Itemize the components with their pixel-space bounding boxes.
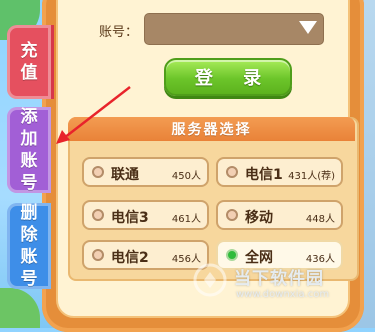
watermark-title: 当下软件园 xyxy=(234,269,324,289)
watermark-url: www.downxia.com xyxy=(236,289,330,300)
watermark-logo-icon xyxy=(193,263,227,297)
